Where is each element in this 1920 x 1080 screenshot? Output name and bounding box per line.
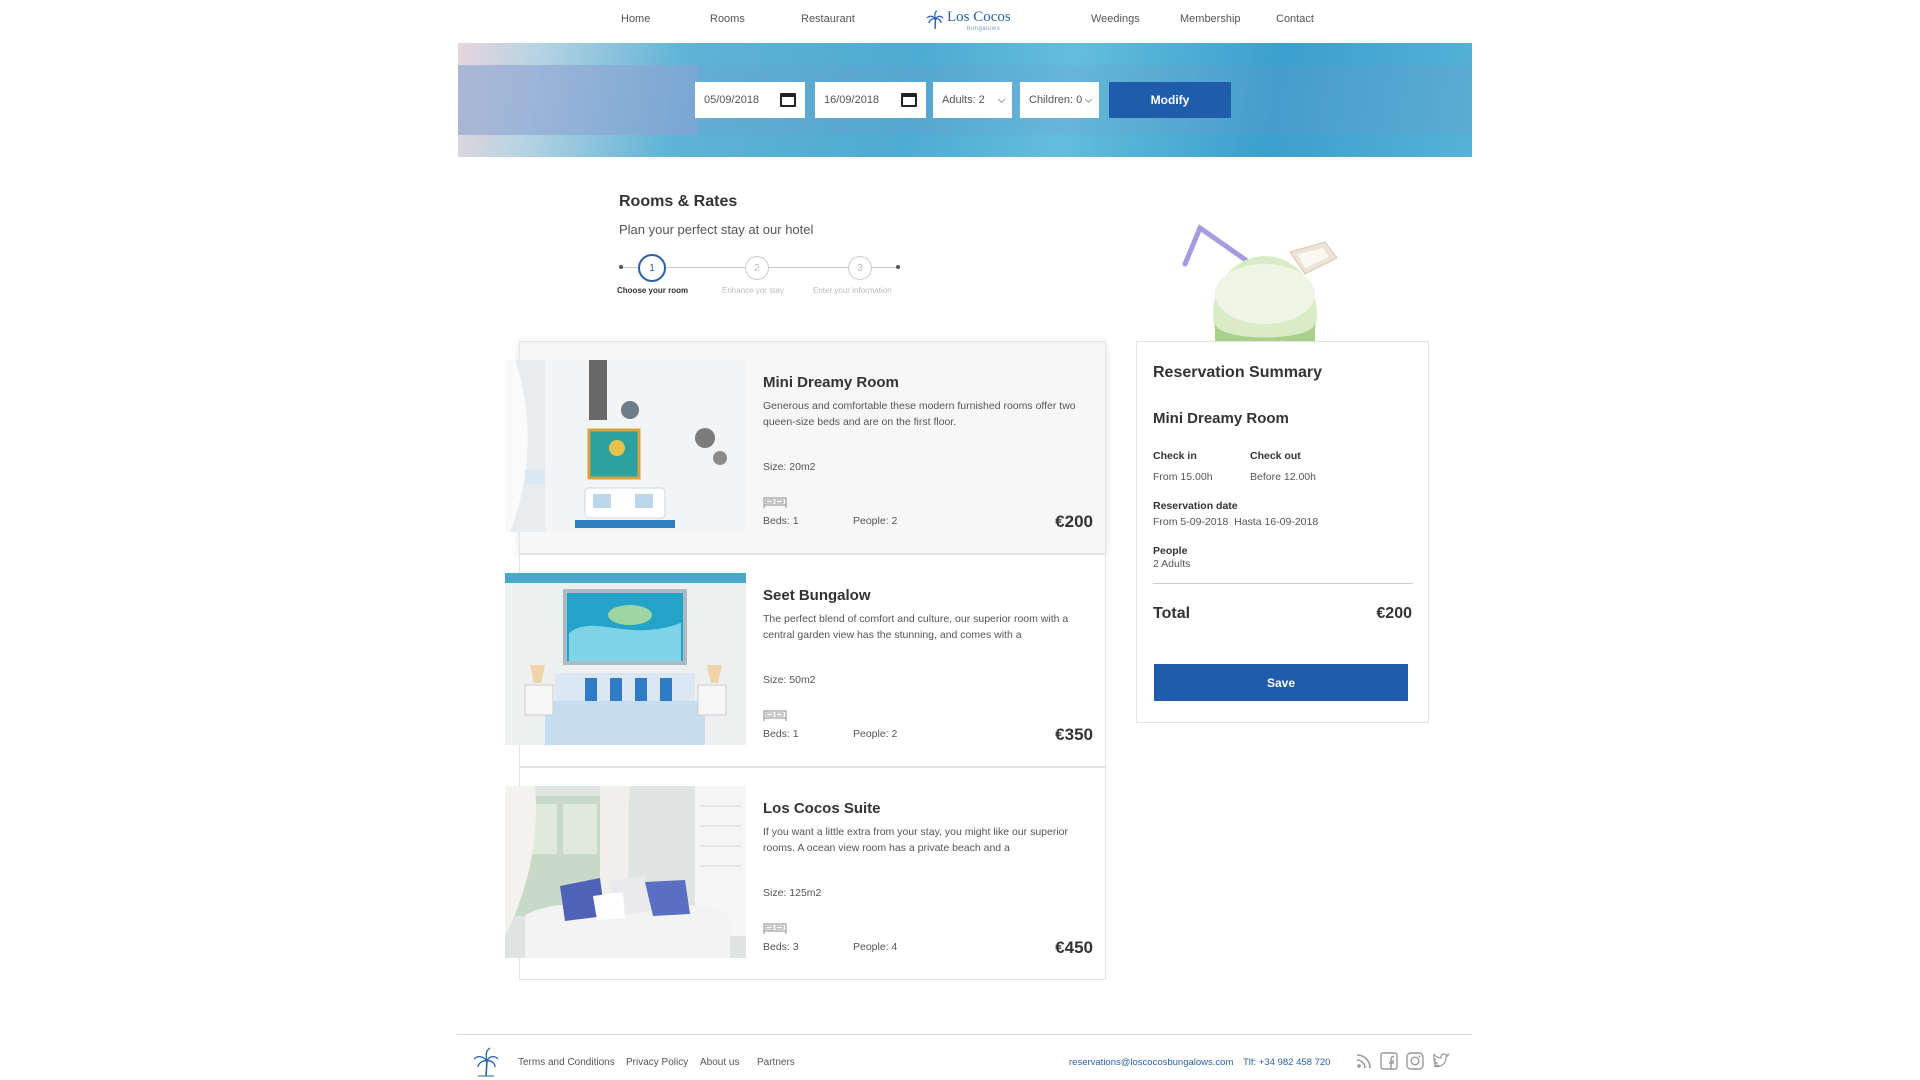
room-people: People: 4 — [853, 941, 898, 953]
step-3-label: Enter your information — [813, 286, 892, 295]
checkin-date-value: 05/09/2018 — [704, 94, 760, 106]
room-price: €350 — [1055, 725, 1093, 744]
chevron-down-icon — [997, 95, 1006, 104]
step-2-label: Enhance yor stay — [722, 286, 784, 295]
palm-icon — [926, 10, 944, 30]
modify-button[interactable]: Modify — [1109, 82, 1231, 118]
adults-value: Adults: 2 — [942, 94, 985, 106]
step-3-circle[interactable]: 3 — [848, 256, 872, 280]
progress-stepper: 1 2 3 Choose your room Enhance yor stay … — [617, 254, 901, 296]
bed-icon — [763, 923, 787, 934]
adults-select[interactable]: Adults: 2 — [933, 82, 1012, 118]
logo-subtext: bungalows — [967, 26, 1001, 32]
stepper-end-dot — [896, 265, 900, 269]
room-card[interactable]: Seet Bungalow The perfect blend of comfo… — [505, 554, 1106, 767]
stepper-start-dot — [619, 265, 623, 269]
bed-icon — [763, 497, 787, 508]
twitter-icon[interactable] — [1432, 1052, 1450, 1070]
reservation-summary: Reservation Summary Mini Dreamy Room Che… — [1136, 341, 1429, 723]
room-description: The perfect blend of comfort and culture… — [763, 613, 1069, 641]
nav-restaurant[interactable]: Restaurant — [801, 13, 855, 25]
top-nav: Home Rooms Restaurant Los Cocos bungalow… — [458, 0, 1472, 40]
nav-rooms[interactable]: Rooms — [710, 13, 745, 25]
room-photo — [505, 360, 746, 532]
reservation-date-label: Reservation date — [1153, 500, 1238, 512]
step-2-circle[interactable]: 2 — [745, 256, 769, 280]
room-people: People: 2 — [853, 515, 898, 527]
room-description: Generous and comfortable these modern fu… — [763, 400, 1076, 428]
footer-phone: Tlf: +34 982 458 720 — [1243, 1057, 1331, 1068]
checkout-date-value: 16/09/2018 — [824, 94, 880, 106]
chevron-down-icon — [1084, 95, 1093, 104]
people-value: 2 Adults — [1153, 558, 1191, 570]
nav-contact[interactable]: Contact — [1276, 13, 1314, 25]
people-label: People — [1153, 545, 1188, 557]
coconut-drink-image — [1182, 224, 1338, 342]
checkout-value: Before 12.00h — [1250, 471, 1316, 483]
footer-email[interactable]: reservations@loscocosbungalows.com — [1069, 1057, 1233, 1068]
room-size: Size: 50m2 — [763, 674, 816, 686]
logo-text: Los Cocos — [947, 9, 1011, 25]
room-name: Mini Dreamy Room — [763, 374, 899, 391]
reservation-date-value: From 5-09-2018 Hasta 16-09-2018 — [1153, 516, 1319, 528]
room-beds: Beds: 3 — [763, 941, 799, 953]
children-value: Children: 0 — [1029, 94, 1083, 106]
room-people: People: 2 — [853, 728, 898, 740]
room-photo — [505, 573, 746, 745]
checkout-label: Check out — [1250, 450, 1301, 462]
room-beds: Beds: 1 — [763, 728, 799, 740]
save-button[interactable]: Save — [1154, 664, 1408, 701]
hero-banner: 05/09/2018 16/09/2018 Adults: 2 Children… — [458, 43, 1472, 157]
room-card[interactable]: Mini Dreamy Room Generous and comfortabl… — [505, 341, 1106, 554]
facebook-icon[interactable] — [1380, 1052, 1398, 1070]
room-price: €450 — [1055, 938, 1093, 957]
summary-title: Reservation Summary — [1153, 364, 1322, 381]
page-subtitle: Plan your perfect stay at our hotel — [619, 222, 814, 237]
logo[interactable]: Los Cocos bungalows — [926, 8, 1011, 32]
checkout-date-field[interactable]: 16/09/2018 — [815, 82, 926, 118]
step-1-label: Choose your room — [617, 286, 689, 295]
checkin-label: Check in — [1153, 450, 1197, 462]
room-beds: Beds: 1 — [763, 515, 799, 527]
room-card[interactable]: Los Cocos Suite If you want a little ext… — [505, 767, 1106, 980]
footer-link-partners[interactable]: Partners — [757, 1057, 795, 1068]
page-title: Rooms & Rates — [619, 193, 738, 210]
nav-membership[interactable]: Membership — [1180, 13, 1241, 25]
step-1-circle[interactable]: 1 — [638, 254, 666, 282]
nav-home[interactable]: Home — [621, 13, 650, 25]
footer-divider — [458, 1034, 1472, 1035]
summary-room-name: Mini Dreamy Room — [1153, 410, 1289, 427]
room-description: If you want a little extra from your sta… — [763, 826, 1069, 854]
checkin-value: From 15.00h — [1153, 471, 1213, 483]
instagram-icon[interactable] — [1406, 1052, 1424, 1070]
room-photo — [505, 786, 746, 958]
room-size: Size: 20m2 — [763, 461, 816, 473]
total-value: €200 — [1376, 605, 1412, 622]
summary-divider — [1153, 583, 1413, 584]
footer-link-privacy[interactable]: Privacy Policy — [626, 1057, 688, 1068]
room-size: Size: 125m2 — [763, 887, 822, 899]
children-select[interactable]: Children: 0 — [1020, 82, 1099, 118]
footer-link-terms[interactable]: Terms and Conditions — [518, 1057, 615, 1068]
checkin-date-field[interactable]: 05/09/2018 — [695, 82, 805, 118]
calendar-icon[interactable] — [901, 93, 917, 107]
rss-icon[interactable] — [1355, 1052, 1373, 1070]
total-label: Total — [1153, 605, 1191, 622]
nav-weedings[interactable]: Weedings — [1091, 13, 1140, 25]
room-name: Seet Bungalow — [763, 587, 871, 604]
room-name: Los Cocos Suite — [763, 800, 881, 817]
palm-logo-icon[interactable] — [472, 1047, 500, 1077]
footer-link-about[interactable]: About us — [700, 1057, 739, 1068]
bed-icon — [763, 710, 787, 721]
room-price: €200 — [1055, 512, 1093, 531]
calendar-icon[interactable] — [780, 93, 796, 107]
